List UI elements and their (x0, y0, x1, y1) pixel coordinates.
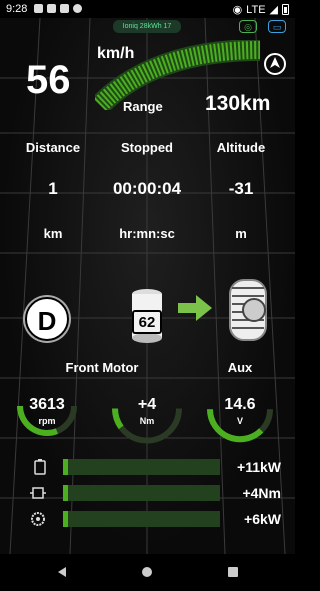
power-bar-row: +11kW (28, 459, 288, 475)
range-value: 130km (205, 92, 271, 115)
status-time: 9:28 (6, 3, 28, 15)
torque-unit: Nm (139, 416, 155, 426)
torque-bar-track (63, 485, 220, 501)
torque-gauge: +4 Nm (110, 390, 184, 448)
aux-voltage-gauge: 14.6 V (205, 390, 275, 450)
sim-notification-icon (47, 4, 56, 13)
front-motor-label: Front Motor (65, 360, 139, 375)
gear-indicator: D (25, 297, 69, 341)
bluetooth-adapter-icon[interactable]: ▭ (268, 20, 286, 33)
torque-bar-row: +4Nm (28, 485, 288, 501)
regen-value: +6kW (244, 511, 281, 527)
power-value: +11kW (237, 459, 281, 475)
compass-icon[interactable] (264, 53, 286, 75)
motor-icon (30, 487, 46, 499)
distance-unit: km (43, 226, 63, 241)
distance-label: Distance (25, 140, 81, 155)
location-icon: ◉ (232, 4, 243, 16)
power-bar-track (63, 459, 220, 475)
rpm-unit: rpm (38, 416, 56, 426)
torque-bar-fill (63, 485, 68, 501)
range-label: Range (123, 99, 163, 114)
gear-cog-icon (31, 512, 45, 526)
signal-icon: ◢ (269, 4, 278, 16)
battery-soc-value: 62 (138, 314, 156, 331)
altitude-unit: m (235, 226, 247, 241)
battery-status-icon (282, 4, 289, 15)
power-bar-fill (63, 459, 68, 475)
app-notification-icon (60, 4, 69, 13)
home-icon[interactable] (141, 566, 153, 578)
aux-label: Aux (227, 360, 253, 375)
back-icon[interactable] (56, 566, 68, 578)
tire-icon (229, 279, 267, 341)
settings-notification-icon (34, 4, 43, 13)
aux-voltage-unit: V (236, 416, 243, 426)
status-bar: 9:28 ◉ LTE ◢ (0, 0, 295, 18)
sync-notification-icon (73, 4, 82, 13)
network-type: LTE (246, 3, 266, 16)
dashboard: Ioniq 28kWh 17 ◎ ▭ 56 km/h Range 130km D… (0, 18, 295, 554)
stopped-label: Stopped (121, 140, 173, 155)
battery-soc-icon: 62 (130, 288, 164, 344)
rpm-gauge: 3613 rpm (15, 390, 79, 440)
aux-voltage-value: 14.6 (224, 396, 256, 413)
vehicle-chip[interactable]: Ioniq 28kWh 17 (113, 20, 181, 33)
altitude-value: -31 (228, 179, 254, 198)
regen-bar-row: +6kW (28, 511, 288, 527)
stopped-unit: hr:mn:sc (119, 226, 175, 241)
stopped-value: 00:00:04 (112, 179, 182, 198)
torque-value-bar: +4Nm (242, 485, 281, 501)
distance-value: 1 (48, 179, 58, 198)
torque-value: +4 (137, 396, 157, 413)
navigation-bar (0, 554, 295, 591)
altitude-label: Altitude (216, 140, 266, 155)
arrow-right-icon (178, 295, 212, 321)
battery-icon (34, 459, 46, 475)
speed-value: 56 (26, 58, 71, 102)
regen-bar-track (63, 511, 220, 527)
rpm-value: 3613 (29, 396, 65, 413)
recents-icon[interactable] (227, 566, 239, 578)
regen-bar-fill (63, 511, 68, 527)
gps-icon[interactable]: ◎ (239, 20, 257, 33)
